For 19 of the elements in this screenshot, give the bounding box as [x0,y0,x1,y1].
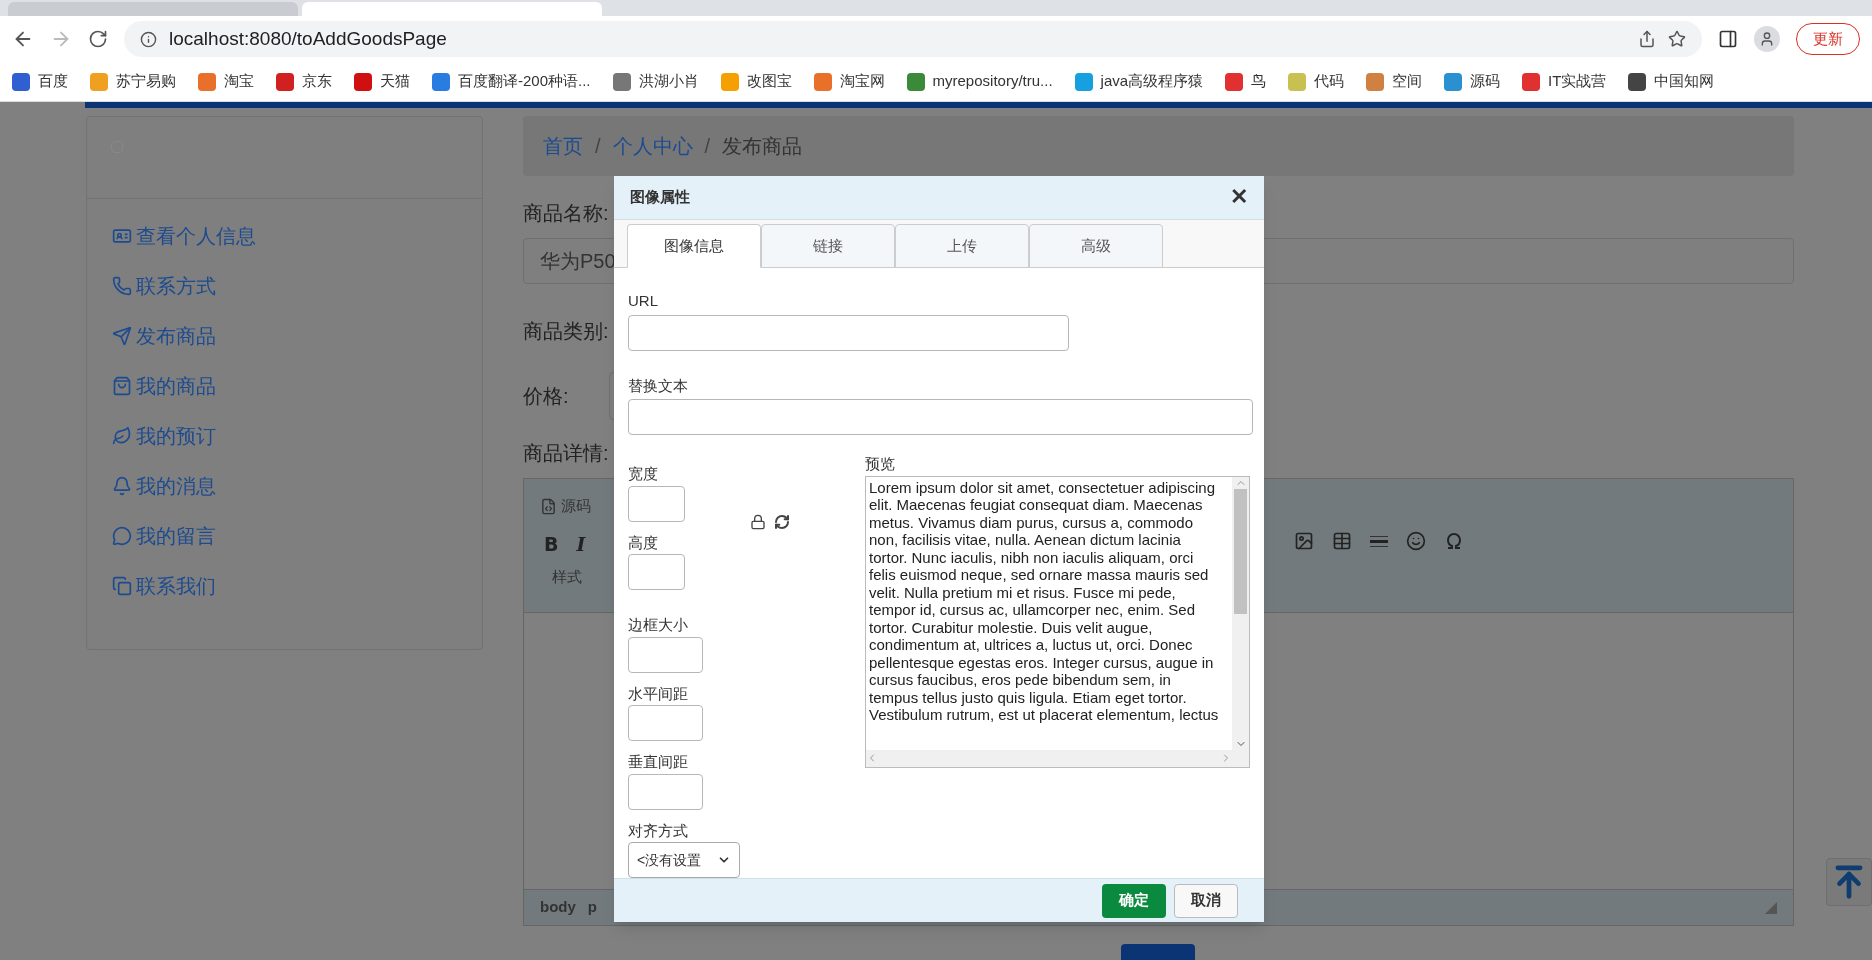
url-text: localhost:8080/toAddGoodsPage [169,26,447,51]
field-label: 对齐方式 [628,820,689,841]
dialog-title: 图像属性 [630,187,690,208]
breadcrumb-separator: / [595,134,601,159]
field-label: 水平间距 [628,683,689,704]
breadcrumb-separator: / [704,134,711,159]
field-label: 商品详情: [523,441,609,466]
field-label: 宽度 [628,464,659,485]
field-label: 价格: [523,384,570,409]
preview-text: Lorem ipsum dolor sit amet, consectetuer adipiscing elit. Maecenas feugiat consequat diam. Maecenas metus. Vivamus diam purus, cursus a, commodo non, facilisis vitae, nulla. Aenean dictum lacinia tortor. Nunc iaculis, nibh non iaculis aliquam, orci felis euismod neque, sed ornare massa mauris sed velit. Nulla pretium mi et risus. Fusce mi pede, tempor id, cursus ac, ullamcorper nec, enim. Sed tortor. Curabitur molestie. Duis velit augue, condimentum at, ultrices a, luctus ut, orci. Donec pellentesque egestas eros. Integer cursus, augue in cursus faucibus, eros pede bibendum sem, in tempus tellus justo quis ligula. Etiam eget tortor. Vestibulum rutrum, est ut placerat elementum, lectus [868,477,1220,726]
field-label: 替换文本 [628,375,689,396]
field-label: 预览 [865,454,896,475]
breadcrumb-item: 发布商品 [722,134,803,159]
field-label: 高度 [628,532,659,553]
field-label: 商品类别: [523,319,609,344]
field-label: 垂直间距 [628,752,689,773]
field-label: URL [628,291,659,312]
field-label: 商品名称: [523,201,609,226]
field-label: 边框大小 [628,615,689,636]
